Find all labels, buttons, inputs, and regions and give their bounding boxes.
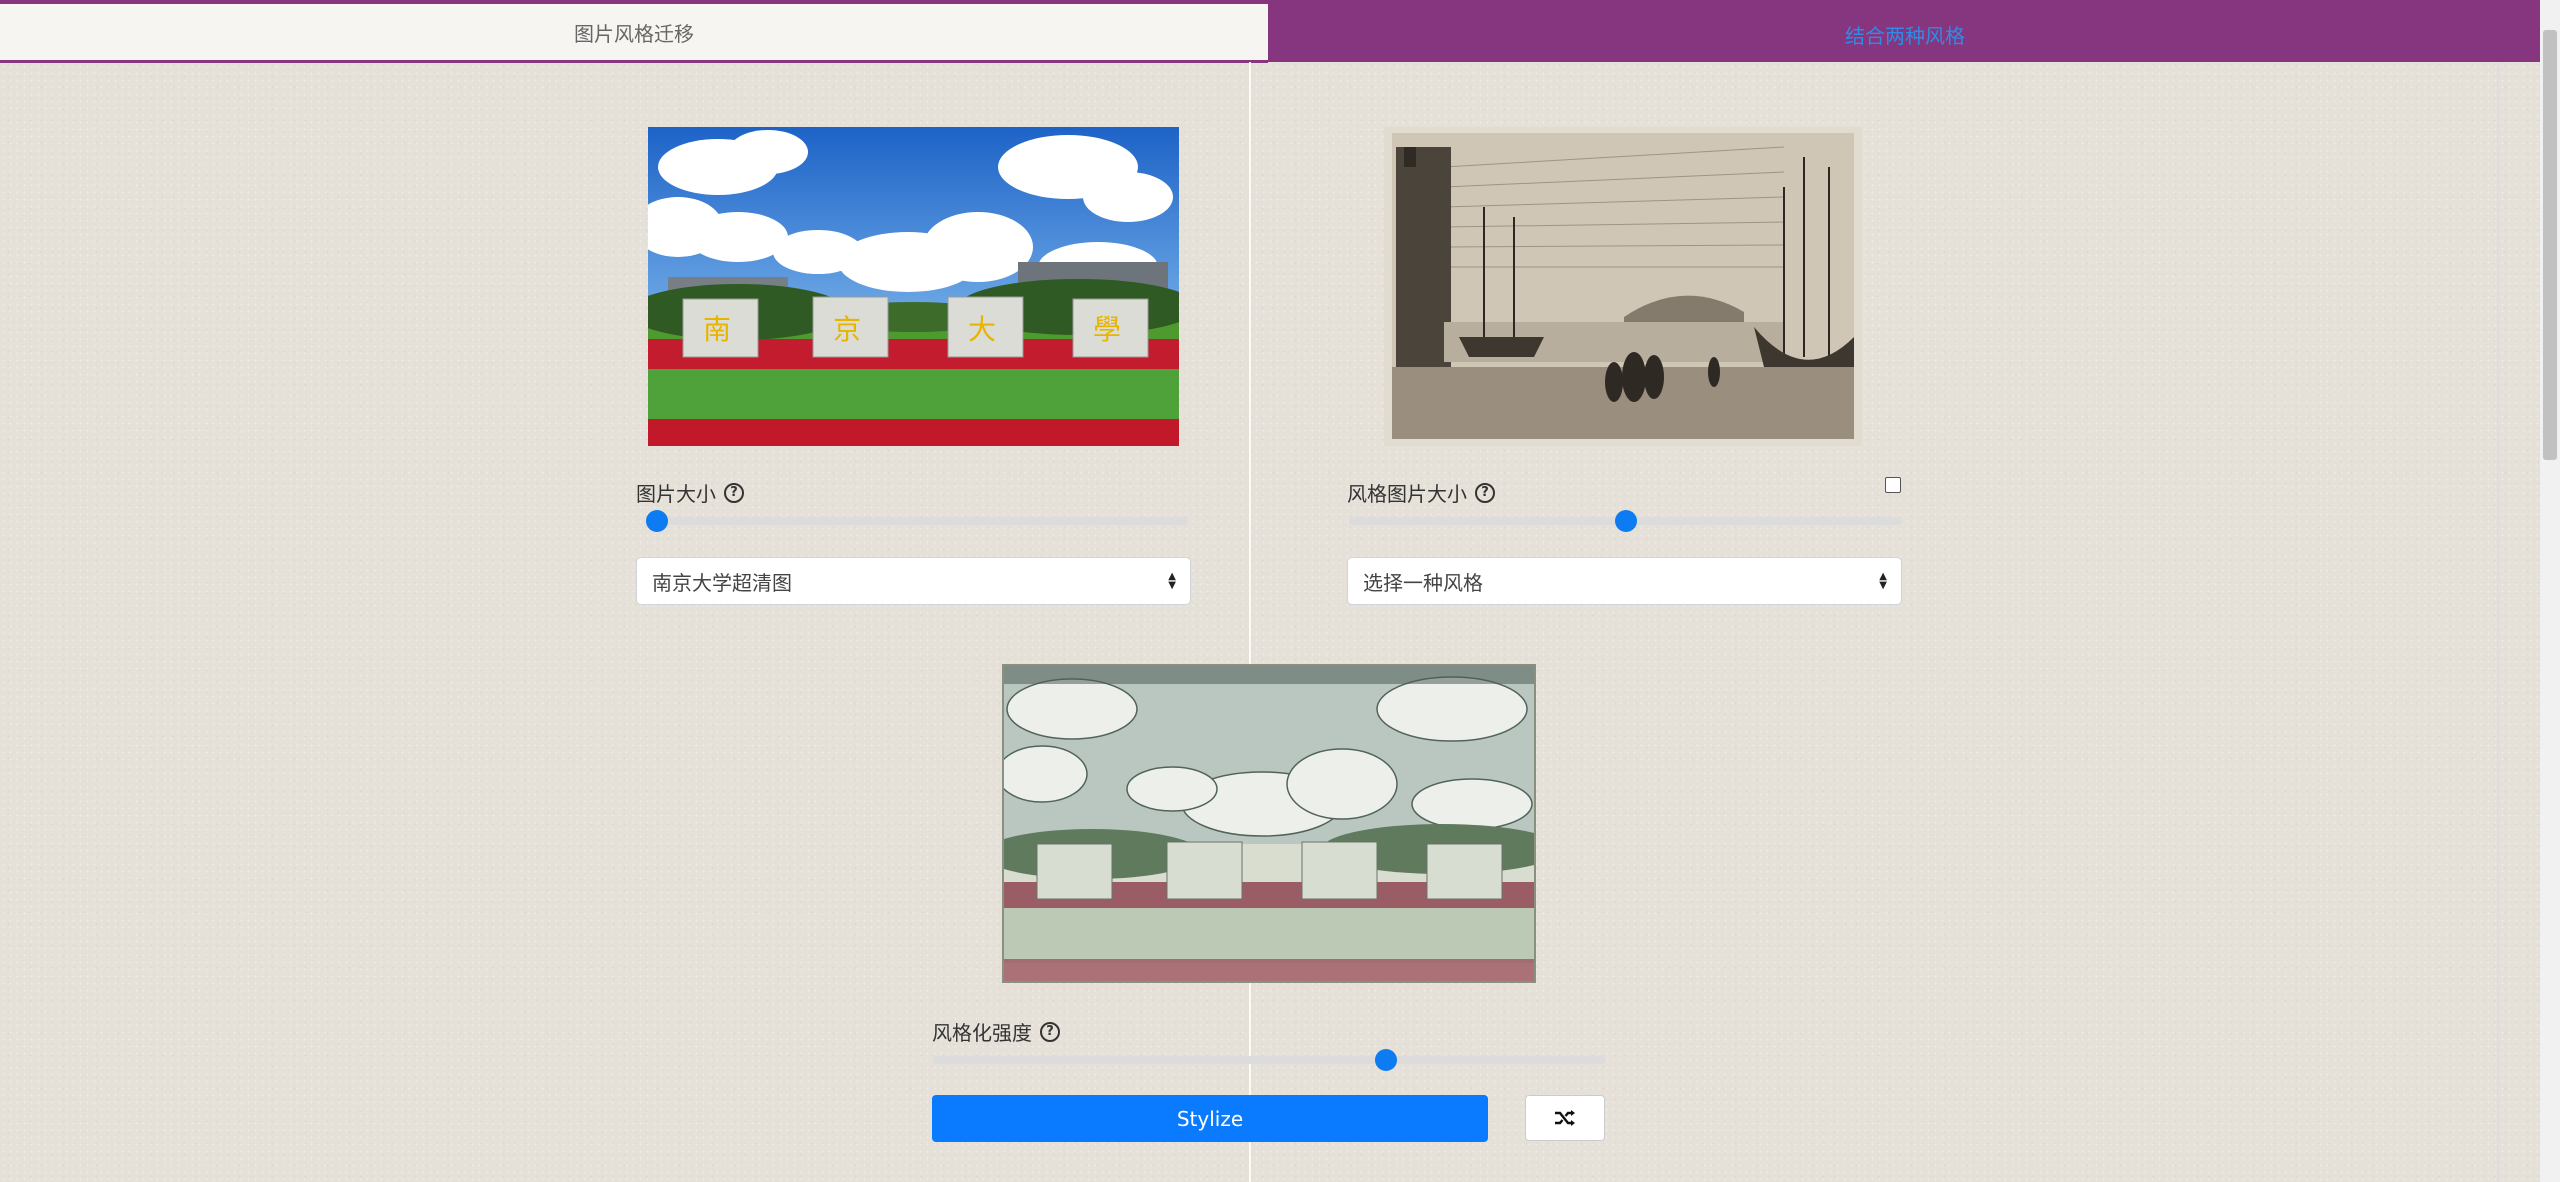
help-icon[interactable]: ?	[724, 482, 744, 503]
svg-text:大: 大	[968, 313, 996, 346]
tab-combine-styles[interactable]: 结合两种风格	[1270, 8, 2540, 60]
style-size-slider-handle[interactable]	[1615, 510, 1637, 532]
tab-style-transfer[interactable]: 图片风格迁移	[0, 4, 1268, 63]
pane-edge	[2497, 62, 2499, 1182]
dropdown-caret-icon: ▲ ▼	[1168, 571, 1176, 591]
help-icon[interactable]: ?	[1040, 1021, 1060, 1042]
style-image	[1384, 127, 1862, 446]
strength-slider-handle[interactable]	[1375, 1049, 1397, 1071]
tab-bar: 图片风格迁移 结合两种风格	[0, 0, 2540, 63]
style-size-text: 风格图片大小	[1347, 482, 1467, 506]
scrollbar-thumb[interactable]	[2543, 30, 2557, 460]
randomize-button[interactable]	[1525, 1095, 1605, 1141]
style-image-select-value: 选择一种风格	[1363, 570, 1483, 595]
strength-label: 风格化强度 ?	[932, 1017, 1060, 1046]
content-image: 南京 大學	[648, 127, 1179, 446]
svg-text:學: 學	[1093, 313, 1121, 346]
content-size-slider[interactable]	[646, 510, 1188, 532]
style-image-select[interactable]: 选择一种风格 ▲ ▼	[1347, 557, 1902, 605]
shuffle-icon	[1555, 1110, 1575, 1126]
strength-text: 风格化强度	[932, 1021, 1032, 1045]
column-divider	[1249, 62, 1251, 1182]
style-size-checkbox[interactable]	[1885, 477, 1901, 493]
stylize-button[interactable]: Stylize	[932, 1095, 1488, 1142]
svg-text:京: 京	[833, 313, 861, 346]
stylized-result-image	[1002, 664, 1536, 983]
content-image-select-value: 南京大学超清图	[652, 570, 792, 595]
content-image-select[interactable]: 南京大学超清图 ▲ ▼	[636, 557, 1191, 605]
style-size-slider[interactable]	[1349, 510, 1902, 532]
dropdown-caret-icon: ▲ ▼	[1879, 571, 1887, 591]
strength-slider[interactable]	[932, 1049, 1606, 1071]
help-icon[interactable]: ?	[1475, 482, 1495, 503]
content-size-text: 图片大小	[636, 482, 716, 506]
content-size-slider-handle[interactable]	[646, 510, 668, 532]
vertical-scrollbar[interactable]	[2540, 0, 2560, 1182]
content-size-label: 图片大小 ?	[636, 478, 744, 507]
svg-text:南: 南	[703, 313, 731, 346]
style-size-label: 风格图片大小 ?	[1347, 478, 1495, 507]
